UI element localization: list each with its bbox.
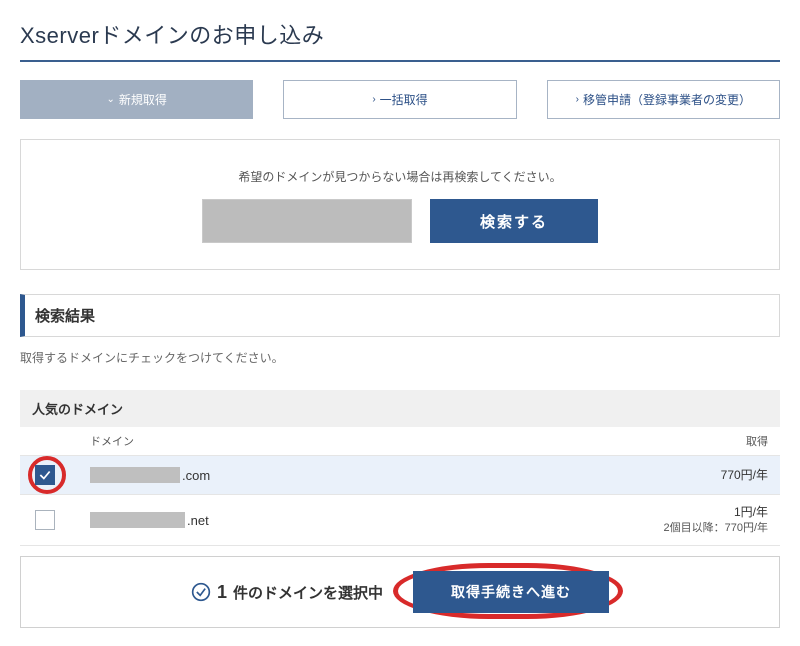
- tab-bar: ⌄ 新規取得 › 一括取得 › 移管申請（登録事業者の変更）: [20, 80, 780, 119]
- masked-text: [90, 512, 185, 528]
- chevron-right-icon: ›: [576, 94, 579, 105]
- tab-label: 新規取得: [119, 91, 167, 108]
- check-icon: [38, 468, 52, 482]
- tab-new-registration[interactable]: ⌄ 新規取得: [20, 80, 253, 119]
- check-circle-icon: [191, 582, 211, 602]
- selection-footer: 1 件のドメインを選択中 取得手続きへ進む: [20, 556, 780, 628]
- price-cell: 770円/年: [628, 467, 768, 484]
- price-cell: 1円/年 2個目以降：770円/年: [628, 504, 768, 536]
- page-title: Xserverドメインのお申し込み: [20, 18, 780, 62]
- domain-checkbox[interactable]: [35, 510, 55, 530]
- search-button[interactable]: 検索する: [430, 199, 598, 243]
- masked-text: [90, 467, 180, 483]
- domain-checkbox[interactable]: [35, 465, 55, 485]
- price-value: 1円/年: [628, 504, 768, 521]
- domain-tld: .net: [187, 513, 209, 528]
- selected-count-number: 1: [217, 582, 227, 603]
- tab-transfer-application[interactable]: › 移管申請（登録事業者の変更）: [547, 80, 780, 119]
- results-hint: 取得するドメインにチェックをつけてください。: [20, 349, 780, 366]
- tab-label: 移管申請（登録事業者の変更）: [583, 91, 751, 108]
- table-row: .net 1円/年 2個目以降：770円/年: [20, 495, 780, 546]
- domain-tld: .com: [182, 468, 210, 483]
- price-sub: 2個目以降：770円/年: [628, 521, 768, 536]
- chevron-down-icon: ⌄: [106, 94, 114, 105]
- proceed-button[interactable]: 取得手続きへ進む: [413, 571, 609, 613]
- domain-name-cell: .net: [90, 512, 628, 528]
- price-value: 770円/年: [628, 467, 768, 484]
- selected-count-label: 件のドメインを選択中: [233, 582, 383, 603]
- tab-bulk-registration[interactable]: › 一括取得: [283, 80, 516, 119]
- domain-name-cell: .com: [90, 467, 628, 483]
- domain-table: ドメイン 取得 .com 770円/年 .net 1円/年 2個目以降：770円…: [20, 427, 780, 546]
- selected-count: 1 件のドメインを選択中: [191, 582, 383, 603]
- column-header-domain: ドメイン: [90, 433, 628, 449]
- column-header-price: 取得: [628, 433, 768, 449]
- tab-label: 一括取得: [380, 91, 428, 108]
- search-panel: 希望のドメインが見つからない場合は再検索してください。 検索する: [20, 139, 780, 270]
- table-header: ドメイン 取得: [20, 427, 780, 456]
- popular-domains-heading: 人気のドメイン: [20, 390, 780, 427]
- results-heading: 検索結果: [20, 294, 780, 337]
- table-row: .com 770円/年: [20, 456, 780, 495]
- search-row: 検索する: [41, 199, 759, 243]
- chevron-right-icon: ›: [372, 94, 375, 105]
- search-note: 希望のドメインが見つからない場合は再検索してください。: [41, 168, 759, 185]
- domain-search-input[interactable]: [202, 199, 412, 243]
